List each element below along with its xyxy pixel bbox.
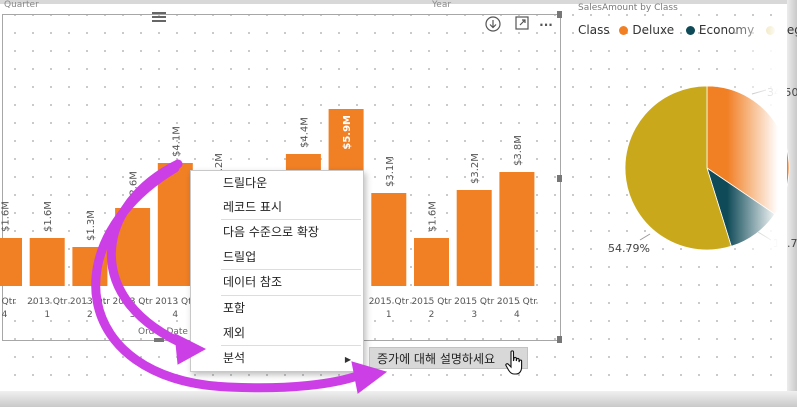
menu-separator <box>221 295 361 296</box>
menu-item-exclude[interactable]: 제외 <box>223 323 245 343</box>
context-menu: 드릴다운 레코드 표시 다음 수준으로 확장 드릴업 데이터 참조 포함 제외 … <box>190 170 364 372</box>
pie-label-regular: 54.79% <box>608 242 650 255</box>
x-axis-title: Order Date <box>138 327 188 337</box>
menu-item-expand-next-level[interactable]: 다음 수준으로 확장 <box>223 222 319 242</box>
menu-item-see-data[interactable]: 데이터 참조 <box>223 272 282 292</box>
x-tick-label: 4 <box>514 310 520 320</box>
x-tick-label: 2 <box>429 310 435 320</box>
x-tick-label: 4 <box>172 310 178 320</box>
menu-separator <box>221 269 361 270</box>
menu-item-analyze[interactable]: 분석 <box>223 348 245 368</box>
menu-separator <box>221 345 361 346</box>
x-tick-label: 2 <box>87 310 93 320</box>
submenu-arrow-icon: ▶ <box>344 355 351 364</box>
menu-item-drill-up[interactable]: 드릴업 <box>223 247 256 267</box>
menu-item-include[interactable]: 포함 <box>223 298 245 318</box>
x-tick-label: 1 <box>386 310 392 320</box>
hand-pointer-cursor-icon <box>505 350 523 375</box>
frame-edge-bottom <box>0 391 797 407</box>
menu-item-show-records[interactable]: 레코드 표시 <box>223 197 282 217</box>
x-tick-label: 1 <box>44 310 50 320</box>
pie-chart-svg <box>624 85 790 251</box>
menu-separator <box>221 219 361 220</box>
x-tick-label: 4 <box>2 310 8 320</box>
pie-leader-line <box>639 233 651 241</box>
x-tick-label: 3 <box>130 310 136 320</box>
x-tick-label: 3 <box>471 310 477 320</box>
pie-edge-fade <box>727 20 787 260</box>
menu-item-drill-down[interactable]: 드릴다운 <box>223 173 267 193</box>
